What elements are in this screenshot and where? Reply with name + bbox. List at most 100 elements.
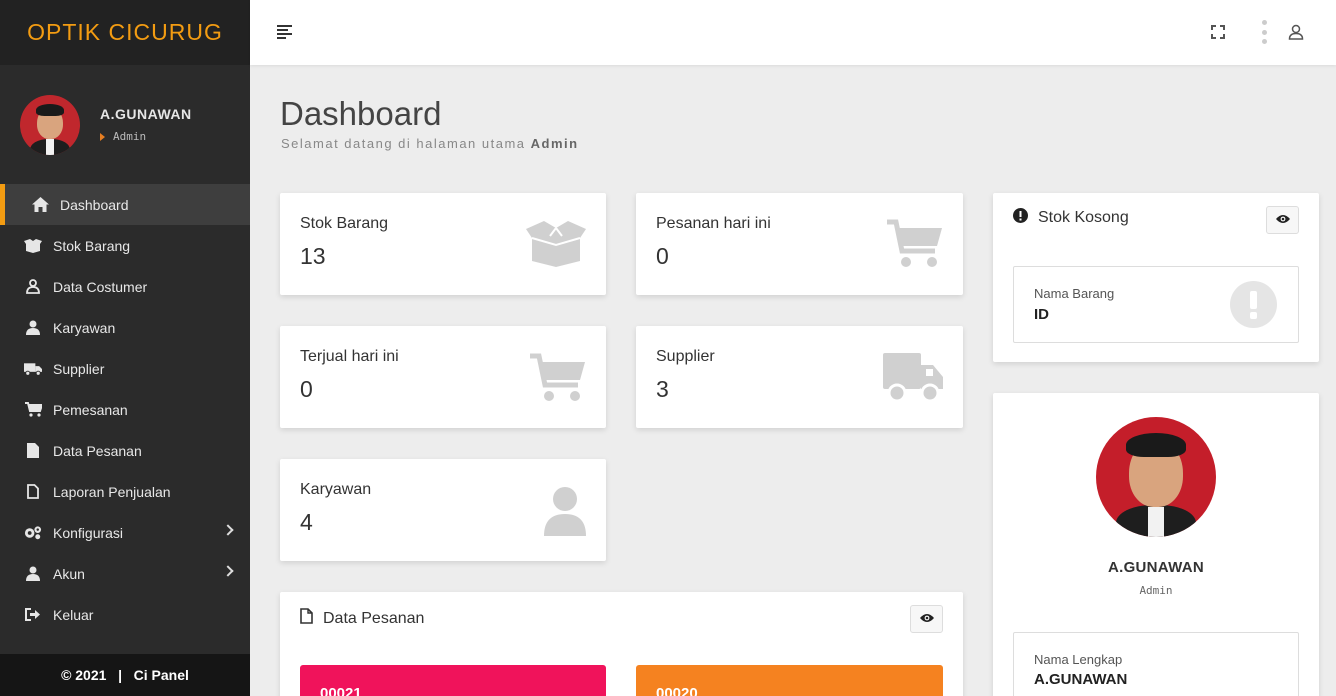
user-account-icon[interactable] (1288, 24, 1304, 40)
page-subtitle-user: Admin (530, 136, 579, 151)
user-info: A.GUNAWAN Admin (100, 106, 192, 143)
order-code: 00020 (656, 685, 698, 696)
sidebar-item-label: Pemesanan (53, 401, 128, 418)
top-bar (250, 0, 1336, 65)
sidebar-item-akun[interactable]: Akun (0, 553, 250, 594)
chevron-right-icon (222, 524, 234, 536)
empty-stock-item[interactable]: Nama Barang ID (1013, 266, 1299, 343)
sidebar-item-label: Karyawan (53, 319, 116, 336)
sidebar-menu: Dashboard Stok Barang Data Costumer Kary… (0, 184, 250, 635)
stat-card-terjual-hari-ini[interactable]: Terjual hari ini 0 (280, 326, 606, 428)
caret-right-icon (100, 132, 105, 141)
order-code: 00021 (320, 685, 362, 696)
sidebar-item-keluar[interactable]: Keluar (0, 594, 250, 635)
brand-logo-text[interactable]: OPTIK CICURUG (27, 19, 223, 46)
sidebar-item-konfigurasi[interactable]: Konfigurasi (0, 512, 250, 553)
panel-title-text: Data Pesanan (323, 609, 425, 627)
stat-value: 13 (300, 243, 326, 269)
more-vertical-icon[interactable] (1261, 20, 1267, 44)
item-value: ID (1034, 306, 1049, 323)
sidebar-item-label: Stok Barang (53, 237, 131, 254)
menu-toggle-icon[interactable] (277, 25, 294, 39)
sidebar-item-stok-barang[interactable]: Stok Barang (0, 225, 250, 266)
panel-title: Stok Kosong (1013, 208, 1129, 228)
user-panel: A.GUNAWAN Admin (0, 65, 250, 184)
sidebar-item-laporan-penjualan[interactable]: Laporan Penjualan (0, 471, 250, 512)
sidebar-item-pemesanan[interactable]: Pemesanan (0, 389, 250, 430)
panel-title-text: Stok Kosong (1038, 209, 1129, 226)
page-subtitle-text: Selamat datang di halaman utama (281, 136, 531, 151)
sidebar-item-label: Data Costumer (53, 278, 148, 295)
sidebar-item-karyawan[interactable]: Karyawan (0, 307, 250, 348)
home-icon (31, 197, 49, 213)
data-pesanan-panel: Data Pesanan 00021 00020 (280, 592, 963, 696)
brand-bar[interactable]: OPTIK CICURUG (0, 0, 250, 65)
sidebar-item-label: Dashboard (60, 196, 129, 213)
file-icon (24, 443, 42, 459)
profile-role: Admin (1139, 584, 1173, 597)
stat-value: 0 (300, 376, 313, 402)
panel-title: Data Pesanan (300, 608, 424, 629)
stat-label: Supplier (656, 348, 715, 365)
sidebar-item-dashboard[interactable]: Dashboard (0, 184, 250, 225)
user-icon (24, 566, 42, 582)
user-icon (544, 486, 586, 541)
order-tile[interactable]: 00021 (300, 665, 606, 696)
stat-value: 3 (656, 376, 669, 402)
sidebar-item-supplier[interactable]: Supplier (0, 348, 250, 389)
sidebar: OPTIK CICURUG A.GUNAWAN Admin Dashboard (0, 0, 250, 696)
eye-icon (1275, 211, 1290, 229)
exclamation-circle-icon (1013, 208, 1028, 228)
stat-value: 0 (656, 243, 669, 269)
cogs-icon (24, 525, 42, 541)
user-name: A.GUNAWAN (100, 106, 192, 122)
stat-card-karyawan[interactable]: Karyawan 4 (280, 459, 606, 561)
user-role: Admin (100, 130, 192, 143)
eye-icon (919, 610, 934, 628)
user-role-label: Admin (113, 130, 147, 143)
sidebar-item-label: Akun (53, 565, 85, 582)
profile-panel: A.GUNAWAN Admin Nama Lengkap A.GUNAWAN (993, 393, 1319, 696)
stat-value: 4 (300, 509, 313, 535)
file-outline-icon (24, 484, 42, 500)
sidebar-item-label: Supplier (53, 360, 105, 377)
stat-card-stok-barang[interactable]: Stok Barang 13 (280, 193, 606, 295)
sidebar-item-data-costumer[interactable]: Data Costumer (0, 266, 250, 307)
avatar (20, 94, 80, 155)
cart-icon (24, 402, 42, 418)
user-icon (24, 320, 42, 336)
stat-label: Pesanan hari ini (656, 215, 771, 232)
stok-kosong-panel: Stok Kosong Nama Barang ID (993, 193, 1319, 362)
page-title: Dashboard (280, 95, 442, 132)
cart-icon (530, 353, 586, 408)
truck-icon (883, 353, 943, 408)
sidebar-item-label: Keluar (53, 606, 94, 623)
avatar (1096, 417, 1216, 537)
sidebar-footer: © 2021 | Ci Panel (0, 654, 250, 696)
item-label: Nama Barang (1034, 286, 1115, 301)
stat-label: Stok Barang (300, 215, 389, 232)
view-button[interactable] (1266, 206, 1299, 234)
exclamation-circle-icon (1230, 281, 1277, 333)
field-label: Nama Lengkap (1034, 652, 1123, 667)
sidebar-item-label: Konfigurasi (53, 524, 124, 541)
fullscreen-icon[interactable] (1211, 25, 1225, 39)
stat-card-pesanan-hari-ini[interactable]: Pesanan hari ini 0 (636, 193, 963, 295)
profile-name: A.GUNAWAN (1107, 559, 1205, 576)
field-value: A.GUNAWAN (1034, 671, 1128, 688)
sidebar-item-data-pesanan[interactable]: Data Pesanan (0, 430, 250, 471)
sign-out-icon (24, 607, 42, 623)
chevron-right-icon (222, 565, 234, 577)
stat-label: Karyawan (300, 481, 372, 498)
page-subtitle: Selamat datang di halaman utama Admin (281, 136, 579, 151)
file-outline-icon (300, 608, 313, 629)
box-open-icon (526, 221, 586, 272)
box-open-icon (24, 238, 42, 254)
sidebar-item-label: Laporan Penjualan (53, 483, 171, 500)
sidebar-item-label: Data Pesanan (53, 442, 142, 459)
truck-icon (24, 361, 42, 377)
stat-card-supplier[interactable]: Supplier 3 (636, 326, 963, 428)
profile-field: Nama Lengkap A.GUNAWAN (1013, 632, 1299, 696)
order-tile[interactable]: 00020 (636, 665, 943, 696)
view-button[interactable] (910, 605, 943, 633)
